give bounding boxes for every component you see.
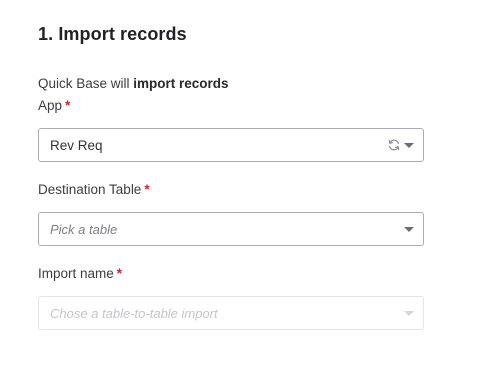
chevron-down-icon[interactable] <box>404 311 414 316</box>
app-select-value: Rev Req <box>50 138 103 153</box>
chevron-down-icon[interactable] <box>404 143 414 148</box>
app-label: App * <box>38 98 70 113</box>
import-name-select[interactable]: Chose a table-to-table import <box>38 296 424 330</box>
required-marker: * <box>144 182 150 197</box>
intro-text: Quick Base will import records <box>38 76 229 91</box>
required-marker: * <box>116 266 123 281</box>
app-select[interactable]: Rev Req <box>38 128 424 162</box>
destination-table-select[interactable]: Pick a table <box>38 212 424 246</box>
app-label-text: App <box>38 98 63 113</box>
destination-table-label: Destination Table * <box>38 182 150 197</box>
destination-table-placeholder: Pick a table <box>50 222 118 237</box>
intro-action: import records <box>133 76 229 91</box>
step-title: 1. Import records <box>38 24 187 44</box>
required-marker: * <box>65 98 71 113</box>
import-name-label: Import name * <box>38 266 122 281</box>
import-name-label-text: Import name <box>38 266 114 281</box>
chevron-down-icon[interactable] <box>404 227 414 232</box>
destination-table-label-text: Destination Table <box>38 182 142 197</box>
intro-prefix: Quick Base will <box>38 76 134 91</box>
import-name-placeholder: Chose a table-to-table import <box>50 306 218 321</box>
refresh-icon[interactable] <box>387 138 401 152</box>
